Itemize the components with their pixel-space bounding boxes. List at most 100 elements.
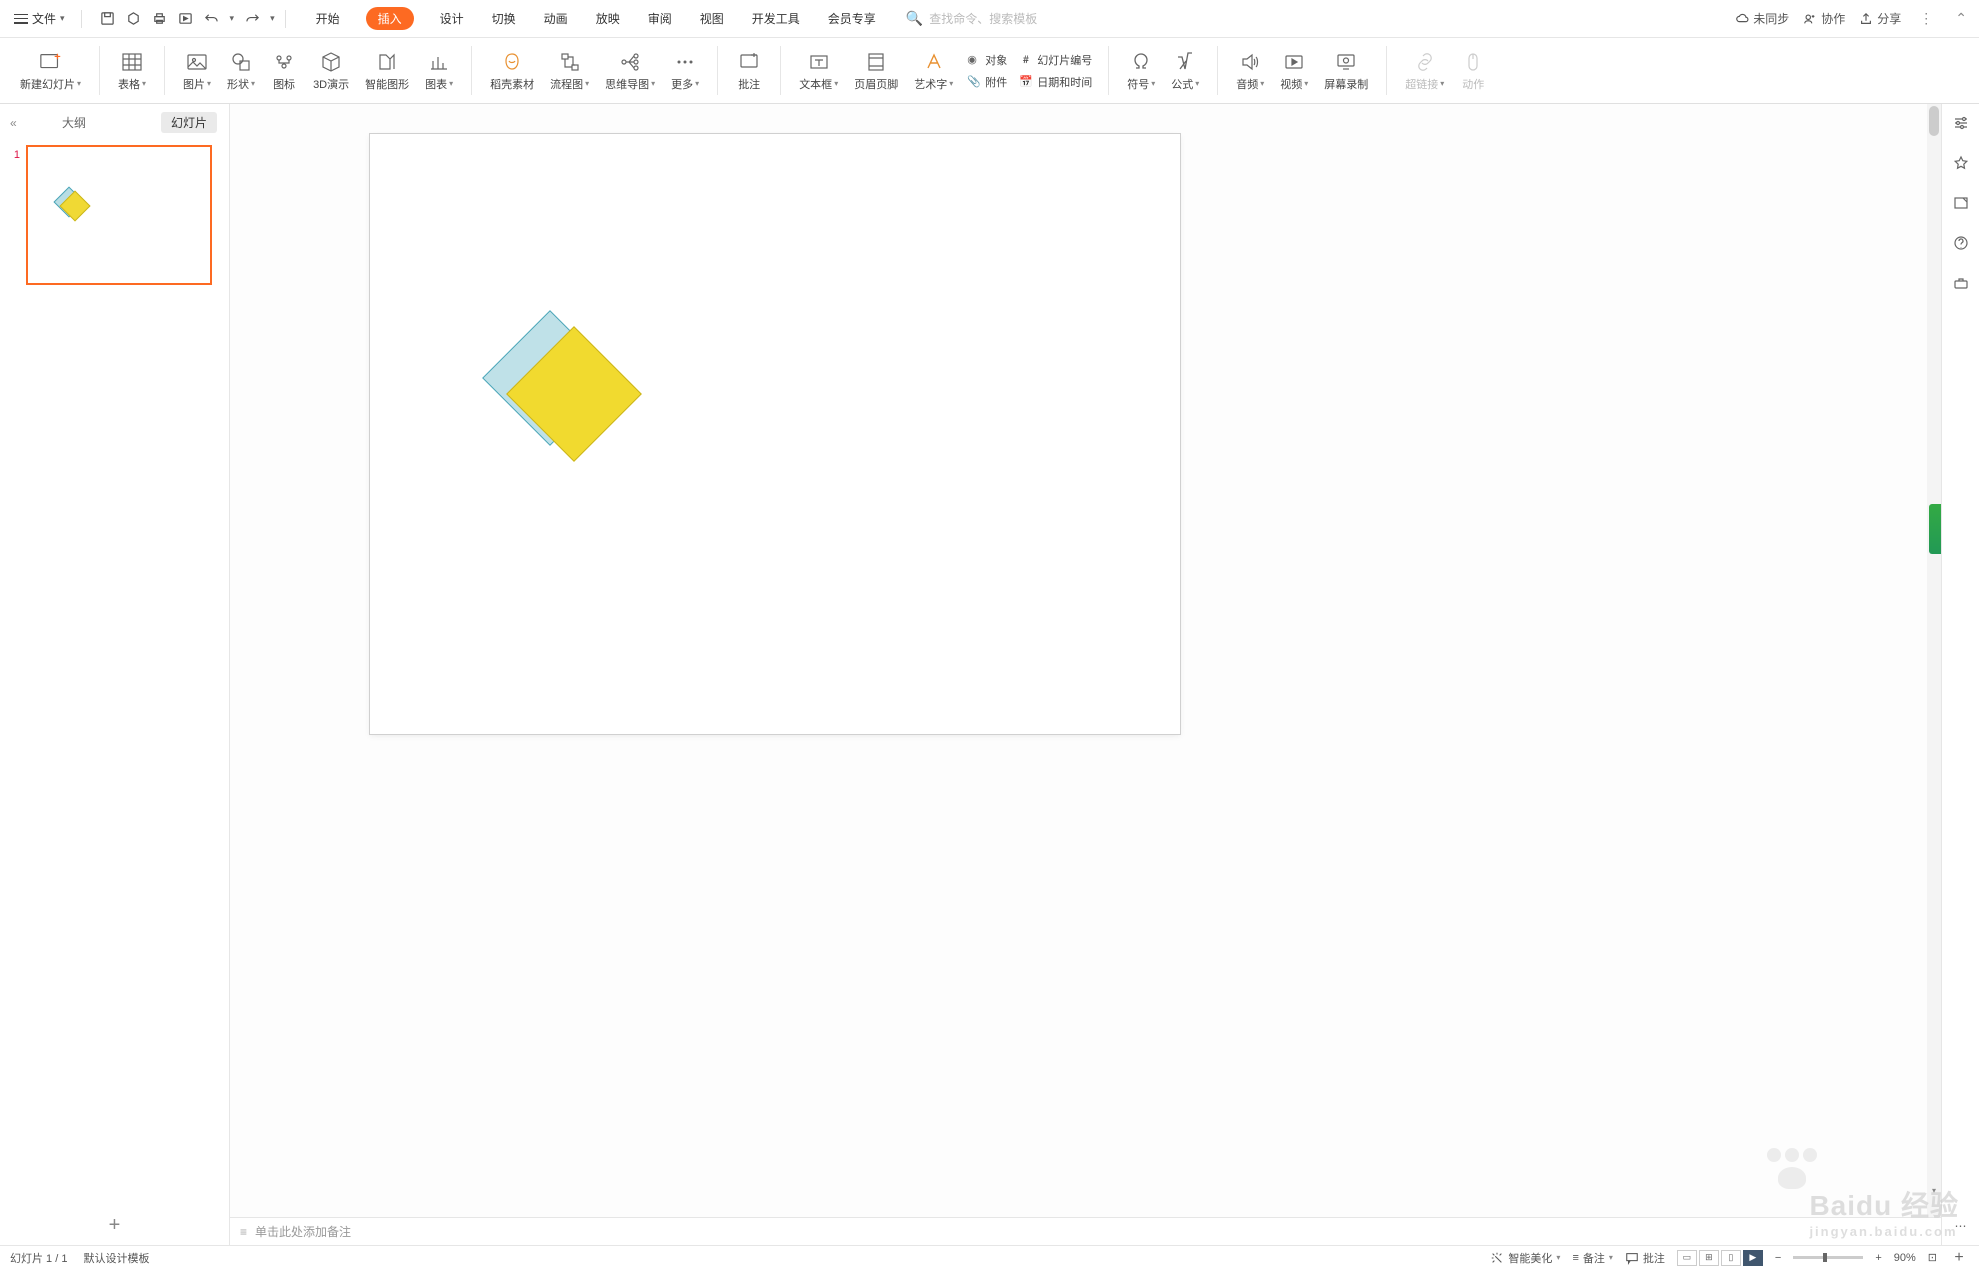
wordart-icon — [922, 50, 946, 74]
screenrec-button[interactable]: 屏幕录制 — [1316, 46, 1376, 96]
object-button[interactable]: ◉对象 — [967, 52, 1007, 68]
tab-start[interactable]: 开始 — [314, 6, 342, 31]
daoke-button[interactable]: 稻壳素材 — [482, 46, 542, 96]
wordart-button[interactable]: 艺术字▾ — [906, 46, 961, 96]
template-name[interactable]: 默认设计模板 — [83, 1250, 149, 1266]
canvas-area[interactable]: ▴ ▾ — [230, 104, 1941, 1217]
scroll-down[interactable]: ▾ — [1927, 1183, 1941, 1197]
calendar-icon: 📅 — [1019, 75, 1033, 89]
add-slide-button[interactable]: + — [0, 1206, 229, 1245]
tab-view[interactable]: 视图 — [698, 6, 726, 31]
video-button[interactable]: 视频▾ — [1272, 46, 1316, 96]
shape-button[interactable]: 形状▾ — [219, 46, 263, 96]
tab-transition[interactable]: 切换 — [490, 6, 518, 31]
rail-help-icon[interactable] — [1952, 234, 1970, 252]
redo-dropdown[interactable]: ▾ — [270, 13, 275, 24]
smartart-button[interactable]: 智能图形 — [357, 46, 417, 96]
more-menu[interactable]: ⋮ — [1915, 10, 1937, 27]
command-search[interactable]: 🔍 查找命令、搜索模板 — [906, 10, 1037, 27]
headerfooter-button[interactable]: 页眉页脚 — [846, 46, 906, 96]
slide-canvas[interactable] — [370, 134, 1180, 734]
table-button[interactable]: 表格▾ — [110, 46, 154, 96]
audio-button[interactable]: 音频▾ — [1228, 46, 1272, 96]
ribbon-tabs: 开始 插入 设计 切换 动画 放映 审阅 视图 开发工具 会员专享 — [314, 6, 878, 31]
textbox-button[interactable]: 文本框▾ — [791, 46, 846, 96]
beautify-button[interactable]: 智能美化▾ — [1490, 1250, 1560, 1266]
redo-icon[interactable] — [244, 11, 260, 27]
zoom-level[interactable]: 90% — [1894, 1252, 1916, 1264]
zoom-out[interactable]: − — [1775, 1252, 1781, 1264]
fit-button[interactable]: ⊡ — [1928, 1251, 1937, 1264]
screenrec-icon — [1334, 50, 1358, 74]
panel-tab-outline[interactable]: 大纲 — [62, 114, 86, 131]
tab-insert[interactable]: 插入 — [366, 7, 414, 30]
view-reading[interactable]: ▯ — [1721, 1250, 1741, 1266]
new-slide-button[interactable]: 新建幻灯片▾ — [12, 46, 89, 96]
add-pane-button[interactable]: + — [1949, 1248, 1969, 1268]
menubar-right: 未同步 协作 分享 ⋮ ⌃ — [1735, 10, 1971, 27]
chart-button[interactable]: 图表▾ — [417, 46, 461, 96]
datetime-button[interactable]: 📅日期和时间 — [1019, 74, 1092, 90]
rail-toolbox-icon[interactable] — [1952, 274, 1970, 292]
menubar: 文件 ▾ ▾ ▾ 开始 插入 设计 切换 动画 放映 审阅 视图 开发工具 会员… — [0, 0, 1979, 38]
search-placeholder: 查找命令、搜索模板 — [929, 10, 1037, 27]
panel-tab-slides[interactable]: 幻灯片 — [161, 112, 217, 133]
undo-dropdown[interactable]: ▾ — [230, 13, 235, 24]
search-icon: 🔍 — [906, 10, 923, 27]
scroll-thumb[interactable] — [1929, 106, 1939, 136]
undo-icon[interactable] — [204, 11, 220, 27]
collab-button[interactable]: 协作 — [1803, 10, 1845, 27]
object-icon: ◉ — [967, 53, 981, 67]
equation-button[interactable]: 公式▾ — [1163, 46, 1207, 96]
save-icon[interactable] — [100, 11, 116, 27]
comments-toggle[interactable]: 批注 — [1625, 1250, 1665, 1266]
table-icon — [120, 50, 144, 74]
zoom-slider[interactable] — [1793, 1256, 1863, 1259]
symbol-button[interactable]: 符号▾ — [1119, 46, 1163, 96]
3d-button[interactable]: 3D演示 — [305, 46, 357, 96]
tab-vip[interactable]: 会员专享 — [826, 6, 878, 31]
view-sorter[interactable]: ⊞ — [1699, 1250, 1719, 1266]
side-tab-stub[interactable] — [1929, 504, 1941, 554]
tab-slideshow[interactable]: 放映 — [594, 6, 622, 31]
print-icon[interactable] — [152, 11, 168, 27]
file-menu[interactable]: 文件 ▾ — [8, 6, 71, 31]
sync-status[interactable]: 未同步 — [1735, 10, 1789, 27]
equation-icon — [1173, 50, 1197, 74]
rail-template-icon[interactable] — [1952, 194, 1970, 212]
slidenum-button[interactable]: #️幻灯片编号 — [1019, 52, 1092, 68]
tab-review[interactable]: 审阅 — [646, 6, 674, 31]
flowchart-button[interactable]: 流程图▾ — [542, 46, 597, 96]
collapse-ribbon[interactable]: ⌃ — [1951, 10, 1971, 27]
zoom-in[interactable]: + — [1875, 1252, 1881, 1264]
mindmap-button[interactable]: 思维导图▾ — [597, 46, 663, 96]
rail-star-icon[interactable] — [1952, 154, 1970, 172]
view-normal[interactable]: ▭ — [1677, 1250, 1697, 1266]
print-preview-icon[interactable] — [126, 11, 142, 27]
attachment-button[interactable]: 📎附件 — [967, 74, 1007, 90]
panel-collapse[interactable]: « — [10, 116, 17, 130]
omega-icon — [1129, 50, 1153, 74]
notes-bar[interactable]: ≡ 单击此处添加备注 — [230, 1217, 1941, 1245]
vertical-scrollbar[interactable]: ▴ ▾ — [1927, 104, 1941, 1217]
icon-button[interactable]: 图标 — [263, 46, 305, 96]
tab-animation[interactable]: 动画 — [542, 6, 570, 31]
rail-adjust-icon[interactable] — [1952, 114, 1970, 132]
slide-thumbnail-1[interactable] — [26, 145, 212, 285]
file-label: 文件 — [32, 10, 56, 27]
tab-devtools[interactable]: 开发工具 — [750, 6, 802, 31]
view-slideshow[interactable]: ▶ — [1743, 1250, 1763, 1266]
preview-icon[interactable] — [178, 11, 194, 27]
notes-placeholder: 单击此处添加备注 — [255, 1223, 351, 1240]
share-button[interactable]: 分享 — [1859, 10, 1901, 27]
right-rail: ⋯ — [1941, 104, 1979, 1245]
rail-more-icon[interactable]: ⋯ — [1952, 1217, 1970, 1235]
slide-counter[interactable]: 幻灯片 1 / 1 — [10, 1250, 67, 1266]
daoke-icon — [500, 50, 524, 74]
picture-button[interactable]: 图片▾ — [175, 46, 219, 96]
tab-design[interactable]: 设计 — [438, 6, 466, 31]
collab-icon — [1803, 12, 1817, 26]
notes-toggle[interactable]: ≡ 备注▾ — [1572, 1250, 1612, 1266]
comment-button[interactable]: 批注 — [728, 46, 770, 96]
more-button[interactable]: 更多▾ — [663, 46, 707, 96]
